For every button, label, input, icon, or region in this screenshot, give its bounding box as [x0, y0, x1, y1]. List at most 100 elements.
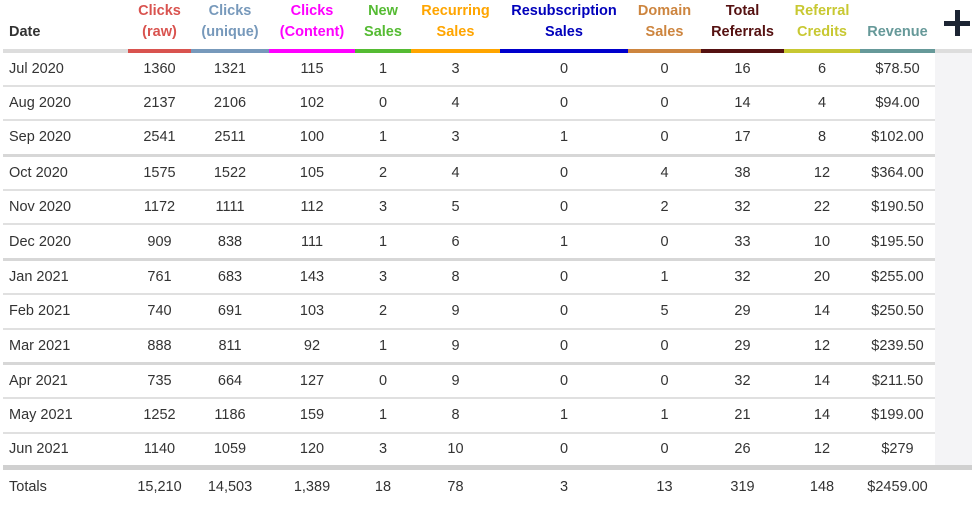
cell-domain-sales: 0 — [628, 363, 701, 399]
cell-resubscription-sales: 0 — [500, 51, 628, 87]
cell-total-referrals: 32 — [701, 259, 784, 295]
column-header-date[interactable]: Date — [3, 0, 128, 53]
cell-new-sales: 2 — [355, 155, 411, 191]
row-date: Jun 2021 — [3, 432, 128, 470]
cell-clicks-raw: 2137 — [128, 85, 191, 122]
cell-referral-credits: 12 — [784, 155, 860, 191]
cell-new-sales: 18 — [374, 478, 392, 495]
cell-resubscription-sales: 0 — [500, 85, 628, 122]
cell-domain-sales: 0 — [628, 120, 701, 157]
cell-domain-sales: 0 — [628, 85, 701, 122]
table-row: Oct 2020 1575 1522 105 2 4 0 4 38 12 $364.00 — [3, 155, 972, 191]
cell-referral-credits: 22 — [784, 189, 860, 226]
column-header-line2: Sales — [645, 24, 684, 40]
column-header-clicks-unique[interactable]: Clicks (unique) — [191, 0, 269, 53]
cell-recurring-sales: 78 — [447, 478, 464, 495]
table-row: Dec 2020 909 838 111 1 6 1 0 33 10 $195.50 — [3, 224, 972, 261]
column-header-line2: Sales — [364, 24, 402, 40]
column-header-total-referrals[interactable]: Total Referrals — [701, 0, 784, 53]
cell-clicks-raw: 2541 — [128, 120, 191, 157]
cell-revenue: $78.50 — [860, 51, 935, 87]
cell-domain-sales: 1 — [628, 397, 701, 434]
cell-clicks-raw: 15,210 — [137, 478, 182, 495]
cell-referral-credits: 6 — [784, 51, 860, 87]
column-header-line1: Total — [725, 3, 760, 19]
row-date: Oct 2020 — [3, 155, 128, 191]
cell-resubscription-sales: 1 — [500, 120, 628, 157]
cell-resubscription-sales: 0 — [500, 189, 628, 226]
cell-revenue: $2459.00 — [867, 478, 928, 495]
column-header-clicks-content[interactable]: Clicks (Content) — [269, 0, 355, 53]
cell-recurring-sales: 6 — [411, 224, 500, 261]
cell-new-sales: 1 — [355, 328, 411, 365]
row-date: Apr 2021 — [3, 363, 128, 399]
column-header-line1: Referral — [794, 3, 850, 19]
column-header-line1: Resubscription — [511, 3, 617, 19]
cell-new-sales: 2 — [355, 293, 411, 330]
column-header-line1: Recurring — [421, 3, 490, 19]
table-body: Jul 2020 1360 1321 115 1 3 0 0 16 6 $78.50 Aug 2020… — [3, 51, 972, 500]
cell-clicks-raw: 1140 — [128, 432, 191, 470]
cell-clicks-content: 143 — [269, 259, 355, 295]
cell-domain-sales: 0 — [628, 224, 701, 261]
cell-domain-sales: 2 — [628, 189, 701, 226]
cell-clicks-unique: 691 — [191, 293, 269, 330]
table-row: Jun 2021 1140 1059 120 3 10 0 0 26 12 $279 — [3, 432, 972, 470]
cell-total-referrals: 29 — [701, 293, 784, 330]
column-header-revenue[interactable]: Revenue — [860, 0, 935, 53]
cell-total-referrals: 29 — [701, 328, 784, 365]
cell-total-referrals: 26 — [701, 432, 784, 470]
column-header-new-sales[interactable]: New Sales — [355, 0, 411, 53]
cell-clicks-unique: 1321 — [191, 51, 269, 87]
row-date: Jan 2021 — [3, 259, 128, 295]
cell-referral-credits: 148 — [809, 478, 835, 495]
cell-revenue: $190.50 — [860, 189, 935, 226]
cell-clicks-raw: 740 — [128, 293, 191, 330]
cell-referral-credits: 12 — [784, 328, 860, 365]
extra-column-cell — [935, 51, 972, 86]
extra-column-cell — [935, 259, 972, 294]
cell-referral-credits: 10 — [784, 224, 860, 261]
cell-referral-credits: 4 — [784, 85, 860, 122]
cell-recurring-sales: 10 — [411, 432, 500, 470]
table-row: Aug 2020 2137 2106 102 0 4 0 0 14 4 $94.00 — [3, 85, 972, 122]
column-header-line2: (Content) — [279, 24, 345, 40]
cell-resubscription-sales: 1 — [500, 397, 628, 434]
plus-icon[interactable] — [944, 10, 970, 36]
column-header-line2: Sales — [545, 24, 583, 40]
cell-recurring-sales: 4 — [411, 85, 500, 122]
cell-clicks-unique: 2511 — [191, 120, 269, 157]
cell-clicks-content: 112 — [269, 189, 355, 226]
row-date: Feb 2021 — [3, 293, 128, 330]
cell-revenue: $102.00 — [860, 120, 935, 157]
affiliate-stats-table: Date Clicks (raw) Clicks (unique) Clicks (Cont… — [3, 0, 972, 500]
cell-clicks-unique: 1111 — [191, 189, 269, 226]
cell-recurring-sales: 5 — [411, 189, 500, 226]
cell-referral-credits: 14 — [784, 397, 860, 434]
stats-table-container: Date Clicks (raw) Clicks (unique) Clicks (Cont… — [3, 0, 972, 500]
column-header-recurring-sales[interactable]: Recurring Sales — [411, 0, 500, 53]
cell-revenue: $211.50 — [860, 363, 935, 399]
column-header-clicks-raw[interactable]: Clicks (raw) — [128, 0, 191, 53]
cell-clicks-content: 100 — [269, 120, 355, 157]
row-date: Nov 2020 — [3, 189, 128, 226]
cell-new-sales: 3 — [355, 259, 411, 295]
column-header-domain-sales[interactable]: Domain Sales — [628, 0, 701, 53]
cell-clicks-raw: 888 — [128, 328, 191, 365]
cell-clicks-content: 92 — [269, 328, 355, 365]
cell-new-sales: 1 — [355, 51, 411, 87]
cell-domain-sales: 4 — [628, 155, 701, 191]
add-column-header — [935, 0, 972, 53]
cell-clicks-unique: 683 — [191, 259, 269, 295]
cell-domain-sales: 5 — [628, 293, 701, 330]
column-header-resubscription-sales[interactable]: Resubscription Sales — [500, 0, 628, 53]
cell-total-referrals: 32 — [701, 363, 784, 399]
cell-domain-sales: 0 — [628, 432, 701, 470]
cell-referral-credits: 20 — [784, 259, 860, 295]
cell-total-referrals: 16 — [701, 51, 784, 87]
column-header-referral-credits[interactable]: Referral Credits — [784, 0, 860, 53]
totals-row: Totals 15,210 14,503 1,389 18 78 3 13 319 148 $245… — [3, 467, 972, 500]
extra-column-cell — [935, 293, 972, 329]
cell-resubscription-sales: 3 — [559, 478, 569, 495]
cell-clicks-content: 159 — [269, 397, 355, 434]
